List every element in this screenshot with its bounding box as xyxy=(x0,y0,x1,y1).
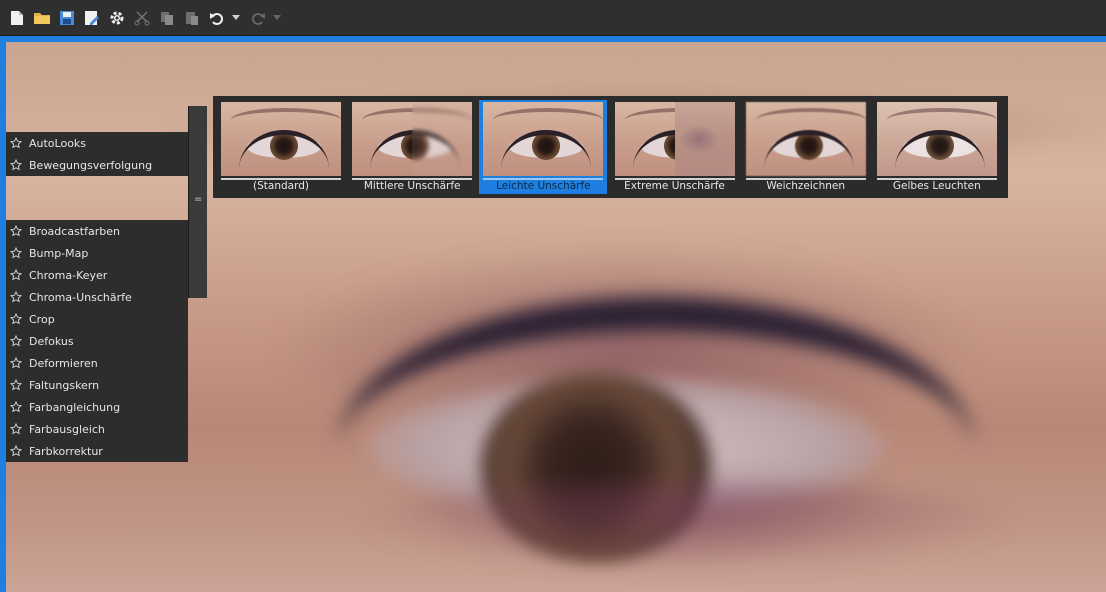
preset-label: (Standard) xyxy=(253,180,309,192)
effect-label: Farbkorrektur xyxy=(29,444,103,458)
preset-label: Weichzeichnen xyxy=(766,180,846,192)
preset-thumbnail xyxy=(483,102,604,176)
preset-extreme-unschaerfe[interactable]: Extreme Unschärfe xyxy=(611,100,738,194)
star-icon[interactable] xyxy=(10,334,24,348)
star-icon[interactable] xyxy=(10,312,24,326)
effect-label: Broadcastfarben xyxy=(29,224,120,238)
save-icon[interactable] xyxy=(56,7,78,29)
effect-label: Crop xyxy=(29,312,55,326)
star-icon[interactable] xyxy=(10,400,24,414)
star-icon[interactable] xyxy=(10,378,24,392)
effect-label: Bump-Map xyxy=(29,246,89,260)
effect-label: Defokus xyxy=(29,334,74,348)
settings-gear-icon[interactable] xyxy=(106,7,128,29)
effects-list: Broadcastfarben Bump-Map Chroma-Keyer Ch… xyxy=(6,220,188,462)
effect-item[interactable]: Crop xyxy=(6,308,188,330)
effect-item[interactable]: Chroma-Keyer xyxy=(6,264,188,286)
effect-label: Faltungskern xyxy=(29,378,100,392)
effect-label: Bewegungsverfolgung xyxy=(29,158,153,172)
effect-label: Chroma-Keyer xyxy=(29,268,108,282)
undo-dropdown-chevron-icon[interactable] xyxy=(231,7,241,29)
preview-area[interactable]: AutoLooks Bewegungsverfolgung Broadcastf… xyxy=(6,42,1106,592)
preset-label: Gelbes Leuchten xyxy=(892,180,981,192)
preset-thumbnail xyxy=(876,102,997,176)
open-folder-icon[interactable] xyxy=(31,7,53,29)
effect-label: Deformieren xyxy=(29,356,98,370)
effect-label: Chroma-Unschärfe xyxy=(29,290,132,304)
star-icon[interactable] xyxy=(10,246,24,260)
star-icon[interactable] xyxy=(10,224,24,238)
effect-item[interactable]: Broadcastfarben xyxy=(6,220,188,242)
paste-icon[interactable] xyxy=(181,7,203,29)
new-file-icon[interactable] xyxy=(6,7,28,29)
effect-label: Farbangleichung xyxy=(29,400,121,414)
effects-list-top: AutoLooks Bewegungsverfolgung xyxy=(6,132,188,176)
preview-frame: AutoLooks Bewegungsverfolgung Broadcastf… xyxy=(0,36,1106,592)
star-icon[interactable] xyxy=(10,268,24,282)
redo-dropdown-chevron-icon[interactable] xyxy=(272,7,282,29)
star-icon[interactable] xyxy=(10,444,24,458)
cut-icon[interactable] xyxy=(131,7,153,29)
preset-gelbes-leuchten[interactable]: Gelbes Leuchten xyxy=(873,100,1000,194)
effect-item[interactable]: Chroma-Unschärfe xyxy=(6,286,188,308)
panel-splitter[interactable]: = xyxy=(188,106,207,298)
preset-label: Mittlere Unschärfe xyxy=(363,180,461,192)
preset-weichzeichnen[interactable]: Weichzeichnen xyxy=(742,100,869,194)
preset-leichte-unschaerfe[interactable]: Leichte Unschärfe xyxy=(479,100,607,194)
effect-item[interactable]: AutoLooks xyxy=(6,132,188,154)
preset-thumbnail xyxy=(614,102,735,176)
effect-item[interactable]: Farbangleichung xyxy=(6,396,188,418)
effect-item[interactable]: Deformieren xyxy=(6,352,188,374)
redo-icon[interactable] xyxy=(247,7,269,29)
effect-item[interactable]: Faltungskern xyxy=(6,374,188,396)
undo-icon[interactable] xyxy=(206,7,228,29)
effect-item[interactable]: Farbkorrektur xyxy=(6,440,188,462)
preset-standard[interactable]: (Standard) xyxy=(217,100,344,194)
preset-label: Extreme Unschärfe xyxy=(624,180,725,192)
effect-label: AutoLooks xyxy=(29,136,87,150)
preset-label: Leichte Unschärfe xyxy=(496,180,591,192)
star-icon[interactable] xyxy=(10,158,24,172)
grip-icon[interactable]: = xyxy=(194,195,202,205)
star-icon[interactable] xyxy=(10,290,24,304)
toolbar xyxy=(0,0,1106,36)
effect-item[interactable]: Defokus xyxy=(6,330,188,352)
lower-lid-shading xyxy=(336,482,1036,572)
star-icon[interactable] xyxy=(10,136,24,150)
effect-item[interactable]: Bump-Map xyxy=(6,242,188,264)
preset-strip: (Standard) Mittlere Unschärfe Leichte Un… xyxy=(213,96,1008,198)
effect-item[interactable]: Farbausgleich xyxy=(6,418,188,440)
preset-thumbnail xyxy=(745,102,866,176)
preset-mittlere-unschaerfe[interactable]: Mittlere Unschärfe xyxy=(348,100,475,194)
effect-item[interactable]: Bewegungsverfolgung xyxy=(6,154,188,176)
preset-thumbnail xyxy=(221,102,341,176)
preset-thumbnail xyxy=(352,102,473,176)
save-as-icon[interactable] xyxy=(81,7,103,29)
star-icon[interactable] xyxy=(10,356,24,370)
star-icon[interactable] xyxy=(10,422,24,436)
effect-label: Farbausgleich xyxy=(29,422,105,436)
copy-icon[interactable] xyxy=(156,7,178,29)
